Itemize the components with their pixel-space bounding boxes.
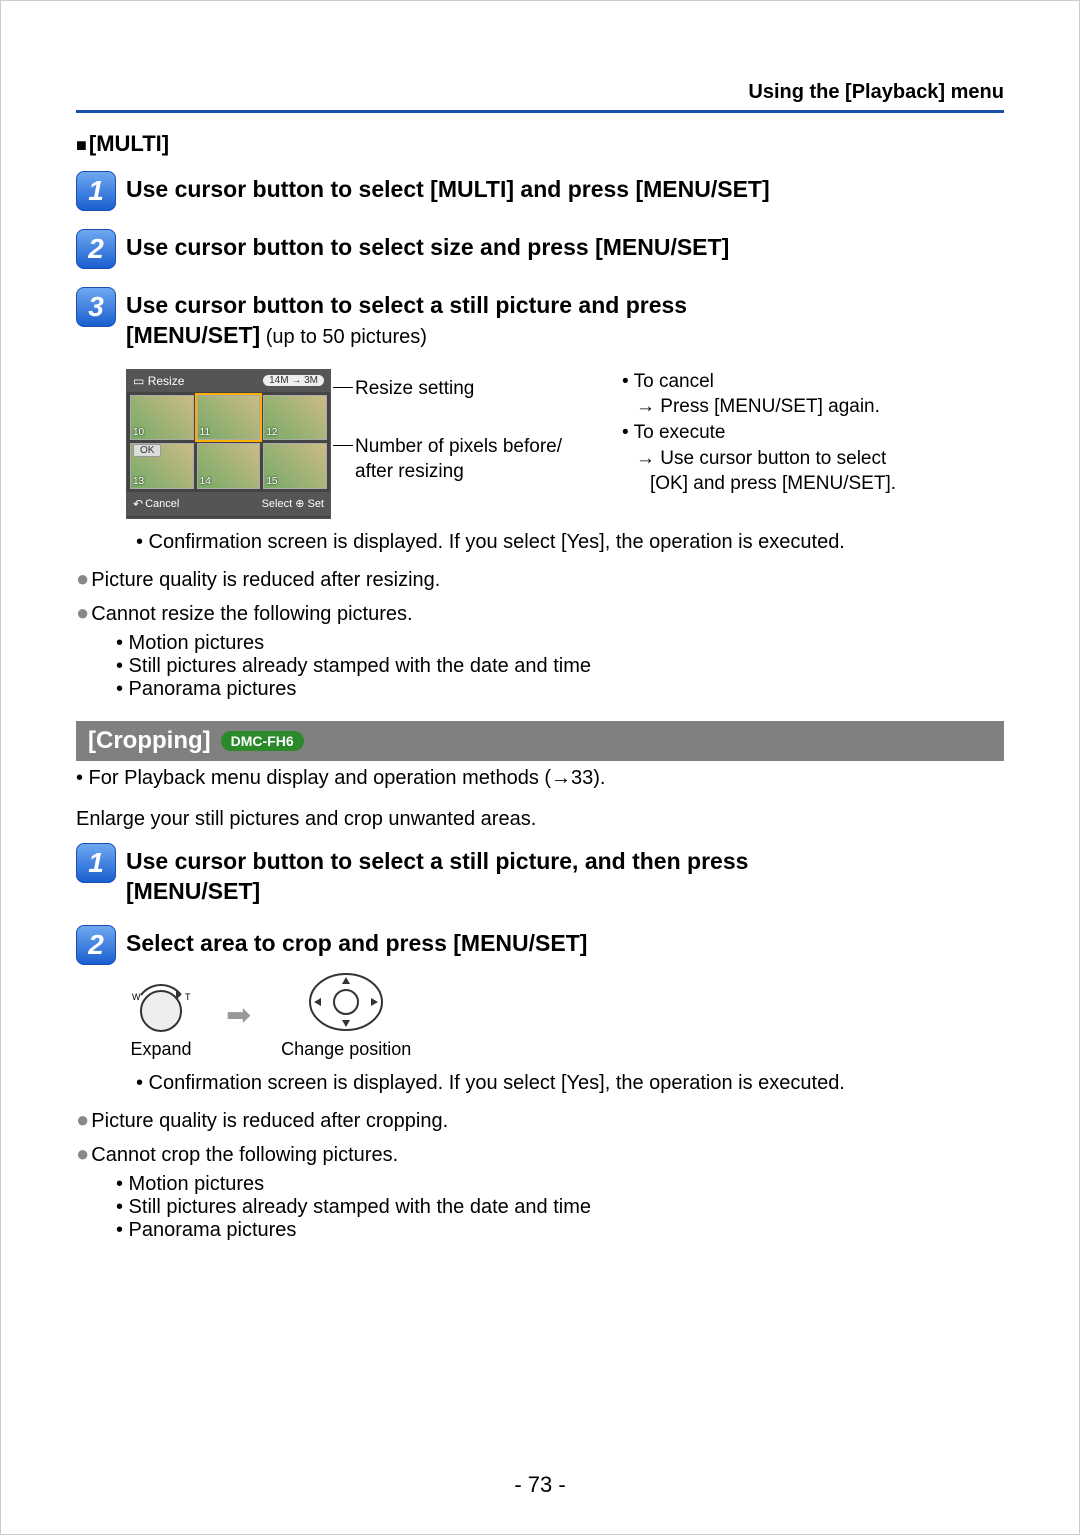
cropping-heading: [Cropping] DMC-FH6 — [76, 721, 1004, 761]
crop-step-2-badge: 2 — [76, 925, 116, 965]
cropping-intro: Enlarge your still pictures and crop unw… — [76, 808, 1004, 831]
dpad-icon: Change position — [281, 971, 411, 1060]
folder-icon: ▭ — [133, 374, 144, 388]
sidebar-tips: • To cancel → Press [MENU/SET] again. • … — [622, 369, 896, 519]
step-2-text: Use cursor button to select size and pre… — [126, 229, 729, 263]
step-1-badge: 1 — [76, 171, 116, 211]
step-3-text: Use cursor button to select a still pict… — [126, 287, 687, 351]
resize-lcd-screenshot: ▭ Resize 14M → 3M 10 11 12 13 14 15 OK ↶… — [126, 369, 331, 519]
page-number: - 73 - — [1, 1472, 1079, 1498]
arrow-right-icon: ➡ — [226, 998, 251, 1033]
crop-step-2-text: Select area to crop and press [MENU/SET] — [126, 925, 587, 959]
crop-step-1-badge: 1 — [76, 843, 116, 883]
crop-sub-1: • Motion pictures — [116, 1173, 1004, 1196]
resize-sub-2: • Still pictures already stamped with th… — [116, 655, 1004, 678]
svg-text:T: T — [185, 992, 191, 1002]
resize-note-2: ●Cannot resize the following pictures. — [76, 598, 1004, 628]
multi-title: ■[MULTI] — [76, 131, 1004, 157]
zoom-dial-icon: W T Expand — [126, 973, 196, 1060]
svg-text:W: W — [132, 992, 141, 1002]
back-icon: ↶ — [133, 497, 143, 511]
crop-sub-3: • Panorama pictures — [116, 1219, 1004, 1242]
lcd-annotations: Resize setting Number of pixels before/ … — [355, 369, 562, 519]
cropping-ref: • For Playback menu display and operatio… — [76, 767, 1004, 790]
crop-note-1: ●Picture quality is reduced after croppi… — [76, 1105, 1004, 1135]
square-bullet-icon: ■ — [76, 135, 87, 155]
crop-sub-2: • Still pictures already stamped with th… — [116, 1196, 1004, 1219]
resize-note-1: ●Picture quality is reduced after resizi… — [76, 564, 1004, 594]
resize-sub-1: • Motion pictures — [116, 632, 1004, 655]
crop-confirmation: • Confirmation screen is displayed. If y… — [136, 1072, 1004, 1095]
resize-sub-3: • Panorama pictures — [116, 678, 1004, 701]
model-badge: DMC-FH6 — [221, 731, 304, 751]
crop-step-1-text: Use cursor button to select a still pict… — [126, 843, 748, 907]
step-2-badge: 2 — [76, 229, 116, 269]
crop-note-2: ●Cannot crop the following pictures. — [76, 1139, 1004, 1169]
resize-confirmation: • Confirmation screen is displayed. If y… — [136, 531, 1004, 554]
step-3-badge: 3 — [76, 287, 116, 327]
ok-button: OK — [133, 444, 161, 457]
page-header: Using the [Playback] menu — [76, 81, 1004, 113]
step-1-text: Use cursor button to select [MULTI] and … — [126, 171, 770, 205]
